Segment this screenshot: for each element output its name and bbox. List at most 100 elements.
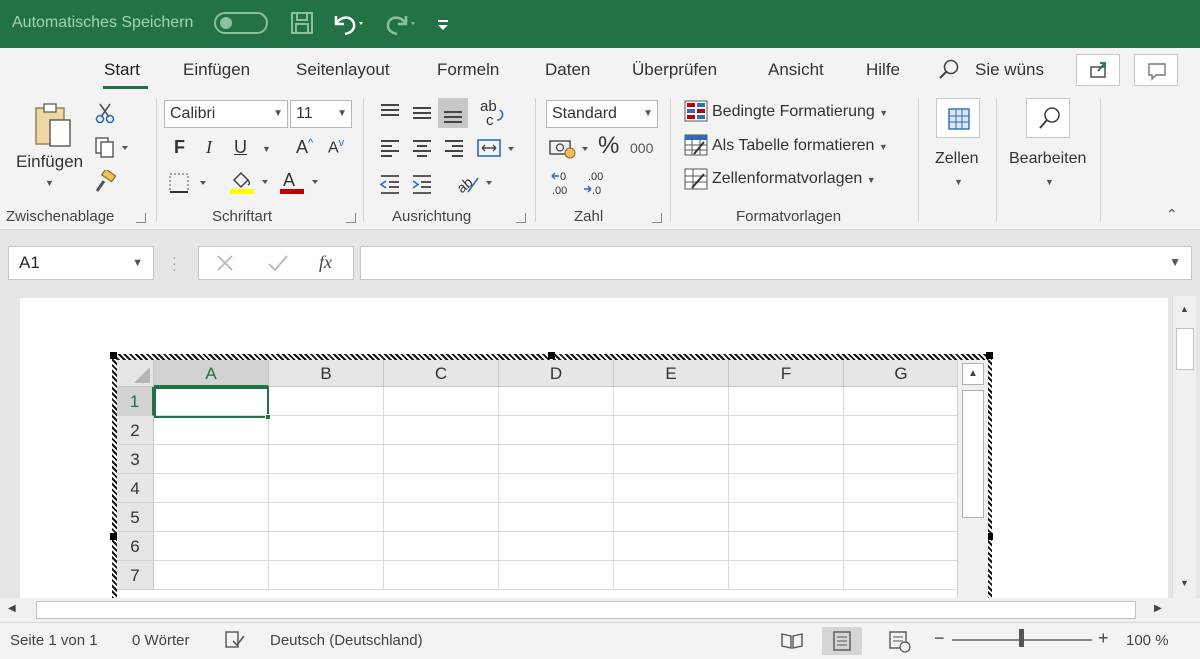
cell-a6[interactable]: [154, 532, 269, 561]
cell-c7[interactable]: [384, 561, 499, 590]
cell-g3[interactable]: [844, 445, 959, 474]
cell-b5[interactable]: [269, 503, 384, 532]
grow-font-button[interactable]: A^: [296, 137, 313, 158]
cell-e7[interactable]: [614, 561, 729, 590]
autosave-toggle[interactable]: [214, 12, 268, 34]
tab-hilfe[interactable]: Hilfe: [866, 60, 900, 80]
select-all-corner[interactable]: [117, 360, 154, 387]
read-mode-icon[interactable]: [772, 627, 812, 655]
percent-style-button[interactable]: %: [598, 132, 619, 160]
font-launcher-icon[interactable]: [346, 213, 356, 223]
cell-a4[interactable]: [154, 474, 269, 503]
cell-b2[interactable]: [269, 416, 384, 445]
font-name-select[interactable]: Calibri ▼: [164, 100, 288, 128]
row-header-6[interactable]: 6: [117, 532, 154, 561]
cell-c1[interactable]: [384, 387, 499, 416]
format-as-table-button[interactable]: Als Tabelle formatieren ▼: [712, 137, 888, 155]
cell-a5[interactable]: [154, 503, 269, 532]
scroll-left-icon[interactable]: ◀: [8, 603, 16, 614]
cell-c2[interactable]: [384, 416, 499, 445]
borders-icon[interactable]: [168, 172, 212, 199]
row-header-7[interactable]: 7: [117, 561, 154, 590]
fill-handle[interactable]: [265, 414, 271, 420]
tab-einfuegen[interactable]: Einfügen: [183, 60, 250, 80]
decrease-decimal-icon[interactable]: .00.0: [582, 168, 608, 203]
copy-icon[interactable]: [94, 136, 134, 163]
cell-g4[interactable]: [844, 474, 959, 503]
cell-g1[interactable]: [844, 387, 959, 416]
cell-f7[interactable]: [729, 561, 844, 590]
zoom-level[interactable]: 100 %: [1126, 632, 1169, 649]
cell-d5[interactable]: [499, 503, 614, 532]
column-header-d[interactable]: D: [499, 360, 614, 387]
cell-f1[interactable]: [729, 387, 844, 416]
paste-button[interactable]: Einfügen: [16, 152, 83, 172]
undo-icon[interactable]: [330, 10, 364, 38]
column-header-c[interactable]: C: [384, 360, 499, 387]
cells-button[interactable]: Zellen: [935, 150, 979, 168]
align-center-icon[interactable]: [410, 136, 434, 165]
share-button[interactable]: [1076, 54, 1120, 86]
align-middle-icon[interactable]: [410, 100, 434, 129]
cell-e5[interactable]: [614, 503, 729, 532]
cell-c4[interactable]: [384, 474, 499, 503]
align-left-icon[interactable]: [378, 136, 402, 165]
insert-function-icon[interactable]: fx: [319, 252, 332, 273]
comments-button[interactable]: [1134, 54, 1178, 86]
cell-b4[interactable]: [269, 474, 384, 503]
cell-f5[interactable]: [729, 503, 844, 532]
cell-b7[interactable]: [269, 561, 384, 590]
cancel-entry-icon[interactable]: [215, 252, 235, 279]
tab-start[interactable]: Start: [104, 60, 140, 80]
formula-input[interactable]: ▼: [360, 246, 1192, 280]
merge-center-icon[interactable]: [476, 136, 520, 165]
column-header-b[interactable]: B: [269, 360, 384, 387]
orientation-icon[interactable]: ab: [453, 170, 496, 201]
tab-formeln[interactable]: Formeln: [437, 60, 499, 80]
cell-d4[interactable]: [499, 474, 614, 503]
cell-b3[interactable]: [269, 445, 384, 474]
row-header-4[interactable]: 4: [117, 474, 154, 503]
row-header-1[interactable]: 1: [117, 387, 154, 416]
resize-handle-n[interactable]: [548, 352, 555, 359]
font-size-select[interactable]: 11 ▼: [290, 100, 352, 128]
format-as-table-icon[interactable]: [684, 134, 708, 161]
cell-f2[interactable]: [729, 416, 844, 445]
cell-e4[interactable]: [614, 474, 729, 503]
resize-handle-w[interactable]: [110, 533, 117, 540]
embedded-worksheet[interactable]: ABCDEFG 1234567 ▲: [117, 360, 988, 600]
cell-d7[interactable]: [499, 561, 614, 590]
worksheet-scroll-thumb[interactable]: [962, 390, 984, 518]
clipboard-launcher-icon[interactable]: [136, 213, 146, 223]
zoom-slider-thumb[interactable]: [1019, 629, 1024, 647]
scroll-right-icon[interactable]: ▶: [1154, 603, 1162, 614]
cell-a3[interactable]: [154, 445, 269, 474]
column-header-a[interactable]: A: [154, 360, 269, 387]
cell-b1[interactable]: [269, 387, 384, 416]
underline-button[interactable]: U: [234, 137, 247, 158]
shrink-font-button[interactable]: Av: [328, 137, 344, 157]
cell-a2[interactable]: [154, 416, 269, 445]
confirm-entry-icon[interactable]: [267, 252, 289, 279]
row-header-5[interactable]: 5: [117, 503, 154, 532]
cell-d6[interactable]: [499, 532, 614, 561]
name-box[interactable]: A1 ▼: [8, 246, 154, 280]
column-header-g[interactable]: G: [844, 360, 959, 387]
font-color-icon[interactable]: A: [278, 168, 324, 201]
italic-button[interactable]: I: [206, 137, 212, 158]
save-icon[interactable]: [290, 10, 314, 38]
cell-f6[interactable]: [729, 532, 844, 561]
cell-f3[interactable]: [729, 445, 844, 474]
format-painter-icon[interactable]: [94, 168, 118, 199]
conditional-formatting-button[interactable]: Bedingte Formatierung ▼: [712, 103, 888, 121]
collapse-ribbon-icon[interactable]: ⌃: [1166, 206, 1178, 223]
tab-daten[interactable]: Daten: [545, 60, 590, 80]
tab-ansicht[interactable]: Ansicht: [768, 60, 824, 80]
resize-handle-nw[interactable]: [110, 352, 117, 359]
row-header-3[interactable]: 3: [117, 445, 154, 474]
editing-dropdown-icon[interactable]: ▼: [1045, 177, 1054, 187]
cell-c3[interactable]: [384, 445, 499, 474]
bold-button[interactable]: F: [174, 137, 185, 158]
cell-e3[interactable]: [614, 445, 729, 474]
tab-ueberpruefen[interactable]: Überprüfen: [632, 60, 717, 80]
